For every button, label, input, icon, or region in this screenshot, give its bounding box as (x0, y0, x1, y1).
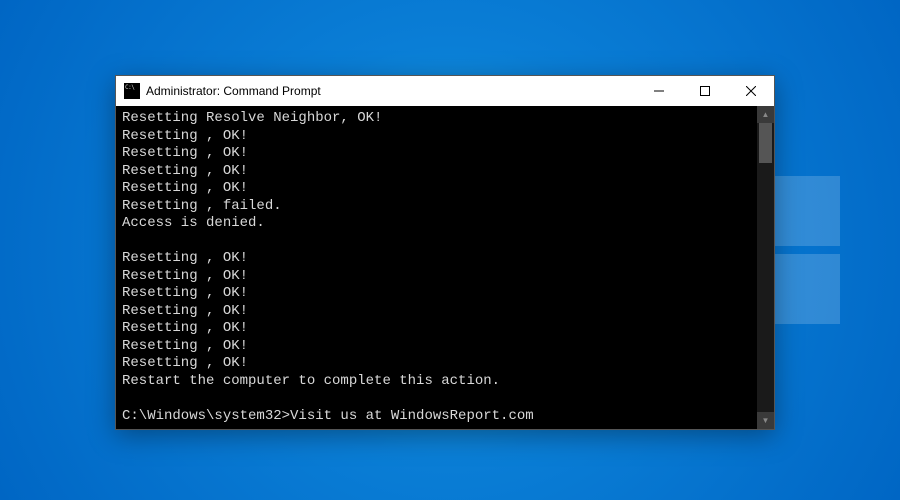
maximize-button[interactable] (682, 76, 728, 106)
terminal-line: Restart the computer to complete this ac… (122, 373, 751, 391)
terminal-line: Resetting , OK! (122, 320, 751, 338)
client-area: Resetting Resolve Neighbor, OK!Resetting… (116, 106, 774, 429)
titlebar[interactable]: Administrator: Command Prompt (116, 76, 774, 106)
terminal-line: Resetting , OK! (122, 128, 751, 146)
scroll-thumb[interactable] (759, 123, 772, 163)
terminal-line: Resetting , OK! (122, 268, 751, 286)
terminal-prompt-line[interactable]: C:\Windows\system32>Visit us at WindowsR… (122, 408, 751, 426)
scroll-track[interactable] (757, 123, 774, 412)
window-controls (636, 76, 774, 106)
terminal-line: Resetting , OK! (122, 250, 751, 268)
terminal-line: Resetting , OK! (122, 285, 751, 303)
terminal-line: Resetting , OK! (122, 145, 751, 163)
cmd-icon (124, 83, 140, 99)
close-button[interactable] (728, 76, 774, 106)
terminal-line: Resetting , OK! (122, 303, 751, 321)
scroll-down-arrow[interactable]: ▼ (757, 412, 774, 429)
terminal-line: Resetting , OK! (122, 180, 751, 198)
terminal-line (122, 233, 751, 251)
terminal-output[interactable]: Resetting Resolve Neighbor, OK!Resetting… (116, 106, 757, 429)
command-prompt-window: Administrator: Command Prompt Resetting … (115, 75, 775, 430)
terminal-line: Access is denied. (122, 215, 751, 233)
minimize-button[interactable] (636, 76, 682, 106)
scrollbar[interactable]: ▲ ▼ (757, 106, 774, 429)
terminal-line (122, 390, 751, 408)
window-title: Administrator: Command Prompt (146, 84, 636, 98)
scroll-up-arrow[interactable]: ▲ (757, 106, 774, 123)
terminal-line: Resetting , OK! (122, 338, 751, 356)
terminal-line: Resetting , OK! (122, 163, 751, 181)
terminal-line: Resetting , OK! (122, 355, 751, 373)
terminal-line: Resetting Resolve Neighbor, OK! (122, 110, 751, 128)
terminal-line: Resetting , failed. (122, 198, 751, 216)
